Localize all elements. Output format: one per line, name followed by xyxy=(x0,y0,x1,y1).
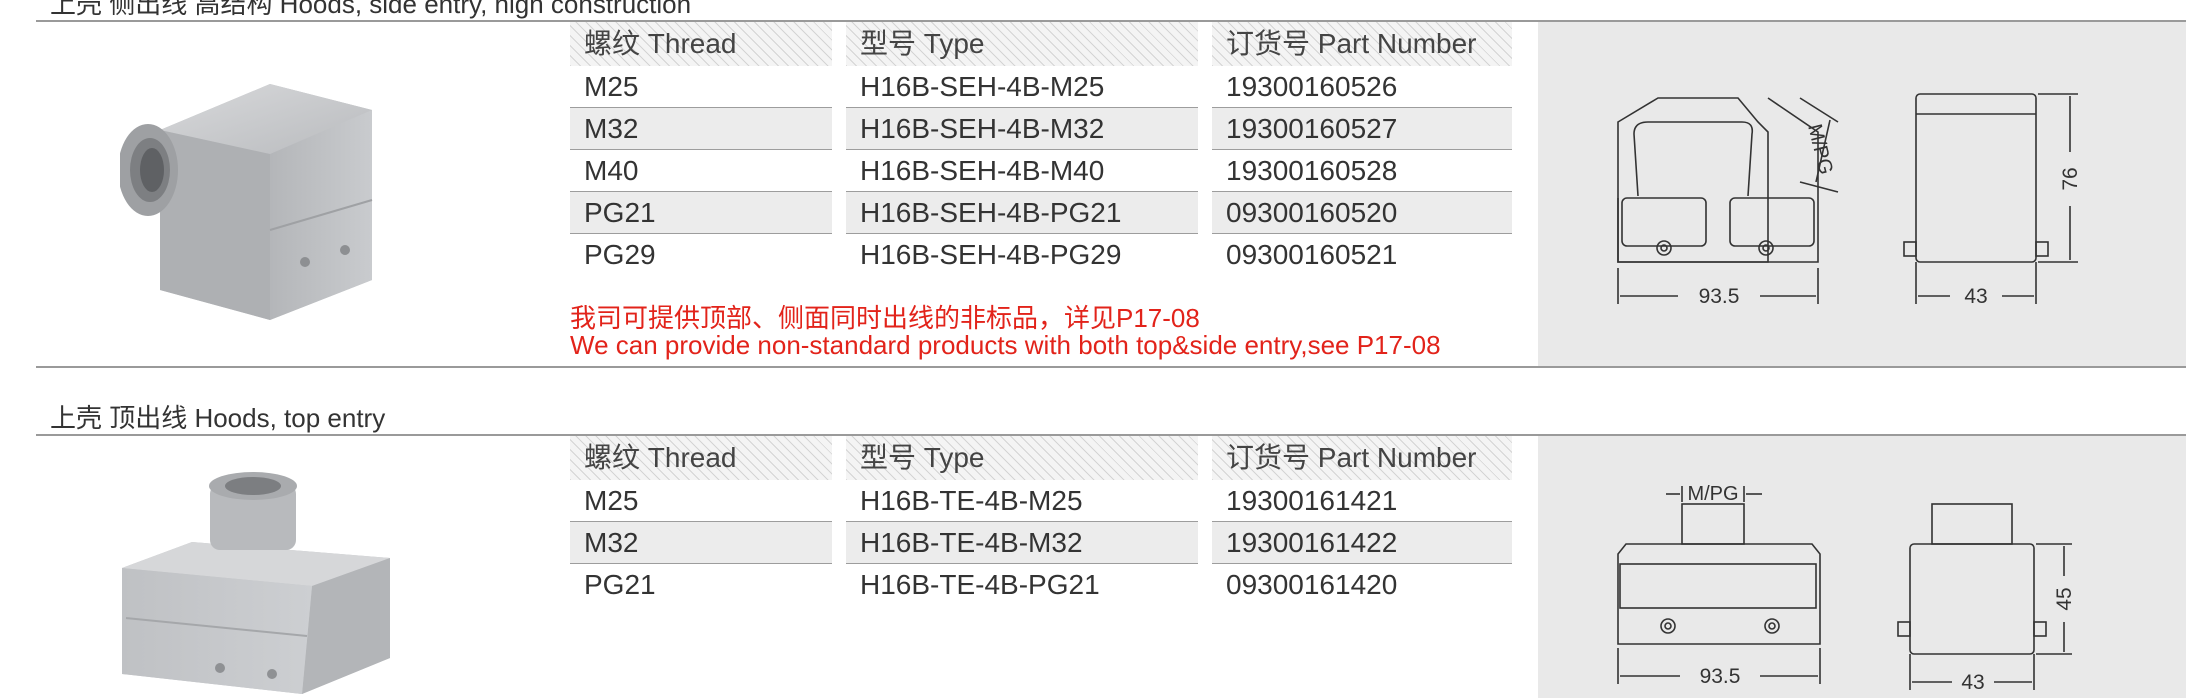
width-dimension: 93.5 xyxy=(1700,665,1741,688)
cell-thread: M32 xyxy=(570,522,832,564)
cell-type: H16B-SEH-4B-M25 xyxy=(860,71,1105,102)
row-separator xyxy=(1212,563,1512,564)
mpg-label: M/PG xyxy=(1687,483,1738,505)
cell-type: H16B-SEH-4B-M40 xyxy=(860,155,1105,186)
row-separator xyxy=(1212,149,1512,150)
row-separator xyxy=(570,149,832,150)
header-type: 型号 Type xyxy=(846,436,1198,480)
cell-type: H16B-TE-4B-M32 xyxy=(846,522,1198,564)
row-separator xyxy=(570,563,832,564)
cell-thread: M32 xyxy=(570,108,832,150)
row-separator xyxy=(570,107,832,108)
width-dimension: 93.5 xyxy=(1699,285,1740,308)
mpg-label: M/PG xyxy=(1803,122,1837,177)
header-part-number: 订货号 Part Number xyxy=(1212,436,1512,480)
section-title-top-entry: 上壳 顶出线 Hoods, top entry xyxy=(50,403,386,433)
row-separator xyxy=(846,107,1198,108)
top-entry-hood-photo xyxy=(122,472,390,694)
row-separator xyxy=(846,521,1198,522)
header-type: 型号 Type xyxy=(846,22,1198,66)
row-separator xyxy=(570,521,832,522)
header-part-number: 订货号 Part Number xyxy=(1212,22,1512,66)
row-separator xyxy=(570,233,832,234)
cell-part-number: 19300161421 xyxy=(1226,485,1398,516)
cell-thread: PG29 xyxy=(584,239,656,270)
row-separator xyxy=(846,191,1198,192)
cell-type: H16B-SEH-4B-M32 xyxy=(846,108,1198,150)
row-separator xyxy=(1212,521,1512,522)
side-entry-hood-photo xyxy=(120,84,373,320)
row-separator xyxy=(1212,233,1512,234)
cell-part-number: 09300161420 xyxy=(1226,569,1398,600)
depth-dimension: 43 xyxy=(1961,671,1984,694)
cell-part-number: 19300161422 xyxy=(1212,522,1512,564)
cell-part-number: 09300160520 xyxy=(1212,192,1512,234)
cell-type: H16B-SEH-4B-PG29 xyxy=(860,239,1122,270)
cell-thread: PG21 xyxy=(584,569,656,600)
note-english: We can provide non-standard products wit… xyxy=(570,330,1441,360)
cell-part-number: 09300160521 xyxy=(1226,239,1398,270)
height-dimension: 45 xyxy=(2053,587,2076,610)
row-separator xyxy=(1212,107,1512,108)
header-thread: 螺纹 Thread xyxy=(570,436,832,480)
section-divider xyxy=(36,366,2186,368)
cell-part-number: 19300160528 xyxy=(1226,155,1398,186)
cell-part-number: 19300160527 xyxy=(1212,108,1512,150)
cell-thread: PG21 xyxy=(570,192,832,234)
cell-type: H16B-TE-4B-M25 xyxy=(860,485,1083,516)
depth-dimension: 43 xyxy=(1964,285,1987,308)
section-title-side-entry: 上壳 侧出线 高结构 Hoods, side entry, high const… xyxy=(50,0,692,19)
row-separator xyxy=(1212,191,1512,192)
height-dimension: 76 xyxy=(2059,167,2082,190)
row-separator xyxy=(846,233,1198,234)
row-separator xyxy=(570,191,832,192)
cell-type: H16B-SEH-4B-PG21 xyxy=(846,192,1198,234)
top-entry-dimension-drawing: M/PG 93.5 43 45 xyxy=(1617,483,2076,694)
cell-type: H16B-TE-4B-PG21 xyxy=(860,569,1100,600)
row-separator xyxy=(846,149,1198,150)
cell-thread: M40 xyxy=(584,155,639,186)
cell-part-number: 19300160526 xyxy=(1226,71,1398,102)
cell-thread: M25 xyxy=(584,71,639,102)
row-separator xyxy=(846,563,1198,564)
side-entry-dimension-drawing: M/PG 93.5 43 76 xyxy=(1617,93,2082,308)
header-thread: 螺纹 Thread xyxy=(570,22,832,66)
cell-thread: M25 xyxy=(584,485,639,516)
